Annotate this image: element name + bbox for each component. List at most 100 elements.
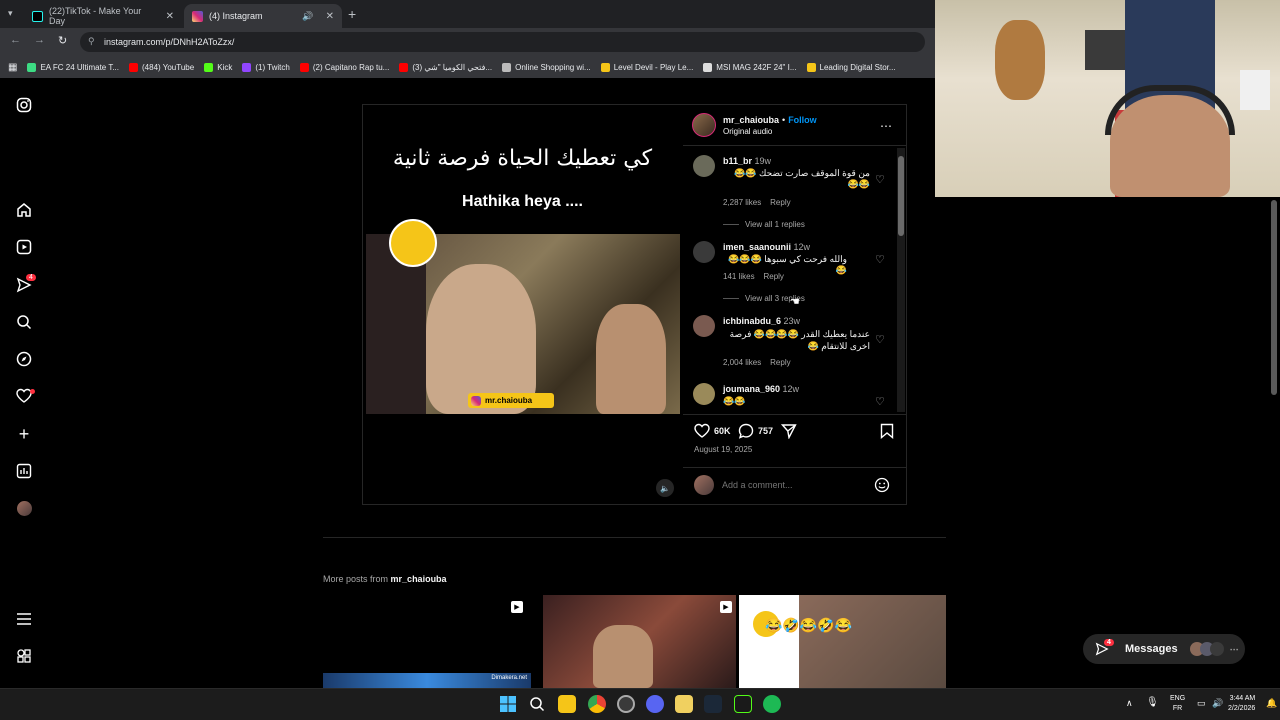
more-options-icon[interactable]: ⋯ <box>880 119 892 133</box>
app-icon[interactable] <box>734 695 752 713</box>
emoji-icon[interactable] <box>874 477 890 493</box>
reply-button[interactable]: Reply <box>770 198 790 207</box>
speaker-icon: 🔈 <box>660 483 670 493</box>
author-username[interactable]: mr_chaiouba <box>723 115 779 125</box>
divider <box>323 537 946 538</box>
comments-scrollbar[interactable] <box>897 148 905 412</box>
bookmark-item[interactable]: (1) Twitch <box>242 62 290 72</box>
like-comment-icon[interactable]: ♡ <box>875 333 885 346</box>
comment-icon[interactable] <box>738 423 754 439</box>
bookmark-item[interactable]: Kick <box>204 62 232 72</box>
mouse-cursor-icon: ☚ <box>790 296 800 308</box>
post-thumbnail[interactable]: 😂🤣😂🤣😂 <box>739 595 946 688</box>
youtube-icon <box>399 62 409 72</box>
bookmark-item[interactable]: (484) YouTube <box>129 62 194 72</box>
app-icon[interactable] <box>617 695 635 713</box>
home-icon[interactable] <box>14 200 34 220</box>
comment-username[interactable]: b11_br <box>723 156 752 166</box>
bookmark-item[interactable]: Leading Digital Stor... <box>806 62 896 72</box>
bookmark-item[interactable]: EA FC 24 Ultimate T... <box>27 62 119 72</box>
bookmark-item[interactable]: Online Shopping wi... <box>502 62 591 72</box>
new-tab-button[interactable]: + <box>348 6 356 22</box>
also-from-meta-icon[interactable] <box>14 646 34 666</box>
like-comment-icon[interactable]: ♡ <box>875 395 885 408</box>
like-comment-icon[interactable]: ♡ <box>875 253 885 266</box>
windows-start-icon[interactable] <box>500 696 516 712</box>
profile-avatar[interactable] <box>17 501 32 516</box>
more-posts-author[interactable]: mr_chaiouba <box>391 574 447 584</box>
bookmark-item[interactable]: (2) Capitano Rap tu... <box>299 62 389 72</box>
comment-likes[interactable]: 2,287 likes <box>723 198 761 207</box>
bookmark-item[interactable]: Level Devil - Play Le... <box>600 62 693 72</box>
microphone-icon[interactable]: 🎙 <box>1146 697 1159 708</box>
search-icon[interactable] <box>529 696 545 712</box>
comment-count[interactable]: 757 <box>758 426 773 436</box>
like-comment-icon[interactable]: ♡ <box>875 173 885 186</box>
instagram-logo-icon[interactable] <box>14 95 34 115</box>
comment-avatar[interactable] <box>693 383 715 405</box>
post-thumbnail[interactable]: Dimakera.net ▶ <box>323 595 531 688</box>
comment-avatar[interactable] <box>693 241 715 263</box>
instagram-icon <box>471 395 481 406</box>
notes-icon[interactable] <box>675 695 693 713</box>
messages-button[interactable]: 4 Messages ⋯ <box>1083 634 1245 664</box>
spotify-icon[interactable] <box>763 695 781 713</box>
scrollbar-thumb[interactable] <box>898 156 904 236</box>
clock-date: 2/2/2026 <box>1228 705 1256 712</box>
close-icon[interactable]: ✕ <box>166 11 174 22</box>
notifications-icon[interactable]: 🔔 <box>1266 698 1277 709</box>
reply-button[interactable]: Reply <box>763 272 783 281</box>
tab-search-icon[interactable]: ▾ <box>8 8 13 19</box>
comment-text: 😂😂 <box>723 396 746 406</box>
chevron-up-icon[interactable]: ∧ <box>1126 698 1133 709</box>
menu-icon[interactable] <box>14 609 34 629</box>
address-bar[interactable]: ⚲ instagram.com/p/DNhH2AToZzx/ <box>80 32 925 52</box>
save-icon[interactable] <box>880 423 896 439</box>
bookmark-item[interactable]: MSI MAG 242F 24" I... <box>703 62 797 72</box>
bookmark-item[interactable]: (3) فتحي الكوميا "شي... <box>399 62 492 72</box>
like-count[interactable]: 60K <box>714 426 731 436</box>
forward-icon[interactable]: → <box>34 34 45 46</box>
mute-button[interactable]: 🔈 <box>656 479 674 497</box>
network-icon[interactable]: ▭ <box>1197 698 1206 709</box>
steam-icon[interactable] <box>704 695 722 713</box>
back-icon[interactable]: ← <box>10 34 21 46</box>
comment-likes[interactable]: 141 likes <box>723 272 755 281</box>
discord-icon[interactable] <box>646 695 664 713</box>
comment-username[interactable]: joumana_960 <box>723 384 780 394</box>
clock-time: 3:44 AM <box>1229 695 1256 702</box>
explore-icon[interactable] <box>14 349 34 369</box>
file-explorer-icon[interactable] <box>558 695 576 713</box>
comment-avatar[interactable] <box>693 315 715 337</box>
comment-likes[interactable]: 2,004 likes <box>723 358 761 367</box>
post-header: mr_chaiouba • Follow <box>723 115 817 125</box>
clock[interactable]: 3:44 AM 2/2/2026 <box>1228 694 1255 714</box>
follow-button[interactable]: Follow <box>788 115 817 125</box>
language-indicator[interactable]: ENG FR <box>1170 694 1185 714</box>
chrome-icon[interactable] <box>588 695 606 713</box>
volume-icon[interactable]: 🔊 <box>1212 698 1223 709</box>
dashboard-icon[interactable] <box>14 461 34 481</box>
author-avatar[interactable] <box>692 113 716 137</box>
comment-username[interactable]: ichbinabdu_6 <box>723 316 781 326</box>
comment-username[interactable]: imen_saanounii <box>723 242 791 252</box>
like-icon[interactable] <box>694 423 710 439</box>
site-info-icon[interactable]: ⚲ <box>88 36 95 47</box>
create-icon[interactable]: + <box>14 424 34 444</box>
tab-tiktok[interactable]: (22)TikTok - Make Your Day ✕ <box>24 4 182 28</box>
page-scrollbar-thumb[interactable] <box>1271 200 1277 395</box>
post-thumbnail[interactable]: ▶ <box>543 595 736 688</box>
add-comment-input[interactable] <box>722 477 862 493</box>
share-icon[interactable] <box>780 423 797 440</box>
view-replies[interactable]: View all 1 replies <box>723 220 805 229</box>
tab-instagram[interactable]: (4) Instagram 🔊 ✕ <box>184 4 342 28</box>
reply-button[interactable]: Reply <box>770 358 790 367</box>
reload-icon[interactable]: ↻ <box>58 34 67 47</box>
comment-avatar[interactable] <box>693 155 715 177</box>
search-icon[interactable] <box>14 312 34 332</box>
reels-icon[interactable] <box>14 237 34 257</box>
audio-label[interactable]: Original audio <box>723 127 772 136</box>
speaker-icon[interactable]: 🔊 <box>302 11 313 22</box>
apps-icon[interactable]: ▦ <box>8 62 17 73</box>
close-icon[interactable]: ✕ <box>326 11 334 22</box>
